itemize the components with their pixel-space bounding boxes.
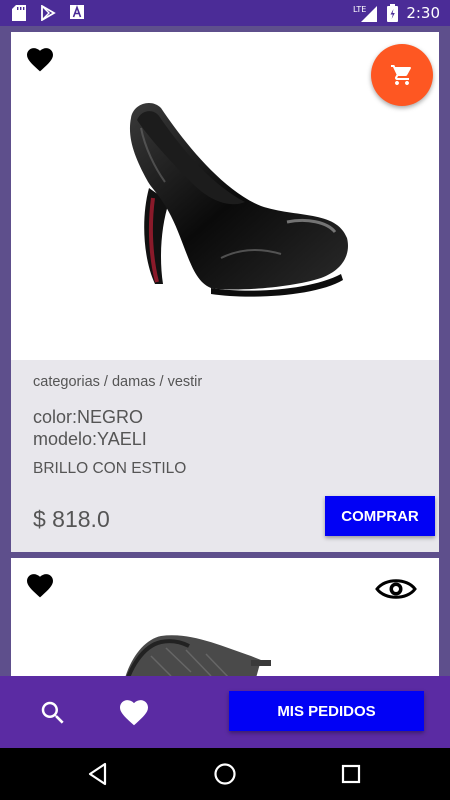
search-icon[interactable]: [38, 698, 68, 728]
signal-icon: LTE: [353, 5, 378, 22]
breadcrumb[interactable]: categorias / damas / vestir: [33, 374, 202, 390]
product-card[interactable]: [11, 558, 439, 676]
back-icon[interactable]: [85, 761, 111, 787]
svg-text:LTE: LTE: [353, 5, 366, 14]
product-card[interactable]: categorias / damas / vestir color:NEGRO …: [11, 32, 439, 552]
product-info: categorias / damas / vestir color:NEGRO …: [11, 360, 439, 552]
cart-icon: [391, 65, 411, 85]
battery-icon: [387, 4, 399, 22]
system-nav-bar: [0, 748, 450, 800]
product-list[interactable]: categorias / damas / vestir color:NEGRO …: [0, 26, 450, 676]
font-a-icon: [70, 5, 84, 19]
my-orders-button[interactable]: MIS PEDIDOS: [229, 691, 424, 731]
heart-icon[interactable]: [27, 574, 53, 598]
cart-button[interactable]: [371, 44, 433, 106]
product-image-area[interactable]: [11, 32, 439, 360]
buy-button[interactable]: COMPRAR: [325, 496, 435, 536]
status-bar: LTE 2:30: [0, 0, 450, 26]
product-image: [125, 635, 271, 676]
heart-icon[interactable]: [120, 700, 148, 726]
home-icon[interactable]: [212, 761, 238, 787]
product-price: $ 818.0: [33, 506, 110, 532]
bottom-action-bar: MIS PEDIDOS: [0, 676, 450, 748]
heart-icon[interactable]: [27, 48, 53, 72]
product-model: modelo:YAELI: [33, 429, 147, 449]
recents-icon[interactable]: [338, 761, 364, 787]
product-image: [129, 103, 348, 297]
product-color: color:NEGRO: [33, 407, 144, 427]
product-description: BRILLO CON ESTILO: [33, 460, 187, 477]
play-store-icon: [41, 5, 56, 21]
eye-icon[interactable]: [375, 576, 417, 602]
sd-card-icon: [12, 5, 26, 21]
status-time: 2:30: [406, 4, 440, 22]
